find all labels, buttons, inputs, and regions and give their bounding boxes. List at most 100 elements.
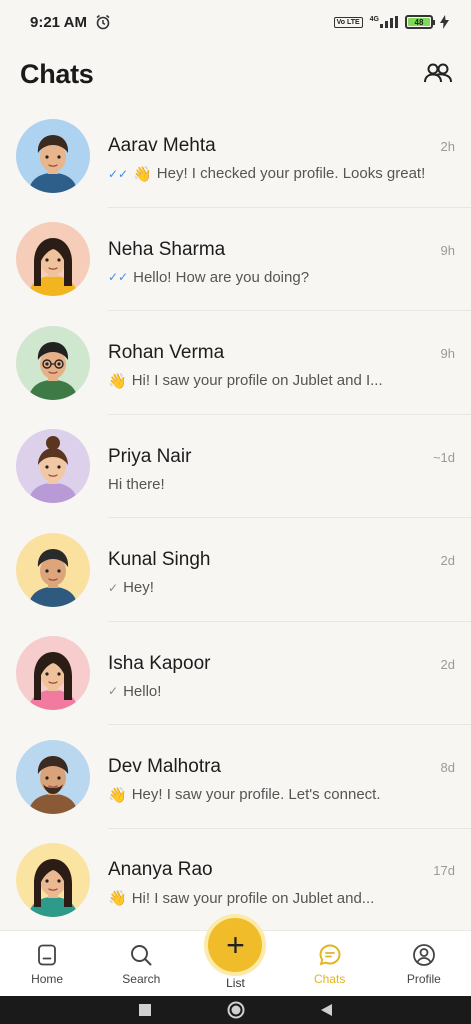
- chat-name: Neha Sharma: [108, 238, 226, 260]
- chat-message-text: Hey! I checked your profile. Looks great…: [156, 165, 426, 183]
- chat-body: Aarav Mehta 2h ✓✓ 👋 Hey! I checked your …: [108, 129, 455, 183]
- chat-time: 17d: [433, 863, 455, 879]
- chat-message: 👋 Hi! I saw your profile on Jublet and I…: [108, 372, 438, 390]
- wave-emoji: 👋: [108, 372, 127, 390]
- chat-time: 2d: [440, 656, 455, 672]
- chat-time: 8d: [440, 759, 455, 775]
- double-check-icon: ✓✓: [108, 270, 129, 285]
- page-title: Chats: [20, 58, 94, 89]
- chat-body: Ananya Rao 17d 👋 Hi! I saw your profile …: [108, 853, 455, 907]
- chat-message: ✓✓ Hello! How are you doing?: [108, 269, 438, 286]
- check-icon: ✓: [108, 684, 119, 699]
- check-icon: ✓: [108, 580, 119, 595]
- chat-message: ✓✓ 👋 Hey! I checked your profile. Looks …: [108, 165, 438, 183]
- chat-body: Isha Kapoor 2d ✓ Hello!: [108, 647, 455, 700]
- status-bar: 9:21 AM Vo LTE 4G 48: [0, 0, 471, 44]
- nav-profile-label: Profile: [406, 972, 441, 986]
- system-nav: [0, 996, 471, 1024]
- circle-icon[interactable]: [227, 1001, 245, 1019]
- chat-message: ✓ Hello!: [108, 683, 438, 700]
- chat-name: Kunal Singh: [108, 549, 211, 571]
- nav-home-label: Home: [31, 972, 64, 986]
- status-right: Vo LTE 4G 48: [333, 15, 449, 29]
- chat-name: Dev Malhotra: [108, 755, 221, 777]
- nav-profile[interactable]: Profile: [384, 942, 464, 986]
- avatar[interactable]: [16, 532, 90, 607]
- chat-top: Dev Malhotra 8d: [108, 750, 455, 778]
- chat-message-text: Hey! I saw your profile. Let's connect.: [131, 786, 381, 804]
- chat-row[interactable]: Dev Malhotra 8d 👋 Hey! I saw your profil…: [0, 725, 471, 829]
- header: Chats: [0, 52, 471, 96]
- chat-body: Kunal Singh 2d ✓ Hey!: [108, 543, 455, 596]
- chat-row[interactable]: Priya Nair ~1d Hi there!: [0, 415, 471, 519]
- people-icon[interactable]: [423, 59, 453, 89]
- battery-level: 48: [408, 18, 430, 27]
- signal-icon: 4G: [370, 16, 398, 28]
- chat-body: Neha Sharma 9h ✓✓ Hello! How are you doi…: [108, 233, 455, 286]
- nav-home[interactable]: Home: [7, 942, 87, 986]
- chat-body: Dev Malhotra 8d 👋 Hey! I saw your profil…: [108, 750, 455, 804]
- avatar[interactable]: [16, 739, 90, 814]
- nav-chats[interactable]: Chats: [290, 942, 370, 986]
- chat-top: Rohan Verma 9h: [108, 336, 455, 364]
- network-type: 4G: [369, 16, 379, 23]
- plus-icon[interactable]: +: [208, 918, 263, 972]
- chat-time: 2h: [440, 138, 455, 154]
- nav-list[interactable]: + List: [195, 918, 275, 990]
- avatar[interactable]: [16, 429, 90, 504]
- chat-body: Priya Nair ~1d Hi there!: [108, 440, 455, 493]
- status-time: 9:21 AM: [30, 13, 87, 31]
- wave-emoji: 👋: [133, 165, 152, 183]
- chat-name: Ananya Rao: [108, 859, 213, 881]
- alarm-icon: [96, 14, 110, 30]
- chat-top: Ananya Rao 17d: [108, 853, 455, 881]
- square-icon[interactable]: [138, 1003, 152, 1017]
- chat-name: Isha Kapoor: [108, 652, 211, 674]
- chat-name: Priya Nair: [108, 445, 192, 467]
- chat-message: ✓ Hey!: [108, 579, 438, 596]
- chat-name: Aarav Mehta: [108, 134, 216, 156]
- chat-top: Kunal Singh 2d: [108, 543, 455, 571]
- chat-message: 👋 Hey! I saw your profile. Let's connect…: [108, 786, 438, 804]
- chat-name: Rohan Verma: [108, 341, 225, 363]
- chat-message: Hi there!: [108, 476, 438, 493]
- chat-message: 👋 Hi! I saw your profile on Jublet and..…: [108, 889, 438, 908]
- chat-message-text: Hi! I saw your profile on Jublet and I..…: [131, 372, 383, 390]
- wave-emoji: 👋: [108, 890, 127, 908]
- volte-badge: Vo LTE: [333, 16, 363, 28]
- battery-icon: 48: [405, 15, 435, 29]
- chat-icon: [319, 944, 341, 966]
- chat-message-text: Hello! How are you doing?: [133, 268, 310, 286]
- chat-body: Rohan Verma 9h 👋 Hi! I saw your profile …: [108, 336, 455, 390]
- chat-time: 9h: [440, 345, 455, 361]
- avatar[interactable]: [16, 843, 90, 918]
- nav-chats-label: Chats: [313, 972, 346, 986]
- chat-message-text: Hi there!: [108, 475, 165, 493]
- wave-emoji: 👋: [108, 786, 127, 804]
- nav-list-label: List: [226, 976, 245, 990]
- avatar[interactable]: [16, 636, 90, 711]
- chat-row[interactable]: Aarav Mehta 2h ✓✓ 👋 Hey! I checked your …: [0, 104, 471, 208]
- chat-row[interactable]: Ananya Rao 17d 👋 Hi! I saw your profile …: [0, 829, 471, 933]
- back-triangle-icon[interactable]: [320, 1003, 334, 1017]
- chat-time: ~1d: [432, 449, 455, 465]
- chat-top: Neha Sharma 9h: [108, 233, 455, 261]
- chat-top: Aarav Mehta 2h: [108, 129, 455, 157]
- avatar[interactable]: [16, 118, 90, 193]
- double-check-icon: ✓✓: [108, 166, 129, 181]
- chat-top: Priya Nair ~1d: [108, 440, 455, 468]
- avatar[interactable]: [16, 222, 90, 297]
- profile-icon: [412, 944, 435, 966]
- chat-message-text: Hi! I saw your profile on Jublet and...: [131, 889, 375, 907]
- chat-message-text: Hello!: [123, 682, 162, 700]
- chat-top: Isha Kapoor 2d: [108, 647, 455, 675]
- nav-search[interactable]: Search: [101, 942, 181, 986]
- avatar[interactable]: [16, 325, 90, 400]
- chat-row[interactable]: Kunal Singh 2d ✓ Hey!: [0, 518, 471, 622]
- chat-row[interactable]: Rohan Verma 9h 👋 Hi! I saw your profile …: [0, 311, 471, 415]
- chat-list: Aarav Mehta 2h ✓✓ 👋 Hey! I checked your …: [0, 104, 471, 932]
- chat-row[interactable]: Isha Kapoor 2d ✓ Hello!: [0, 622, 471, 726]
- bolt-icon: [440, 15, 449, 29]
- chat-row[interactable]: Neha Sharma 9h ✓✓ Hello! How are you doi…: [0, 208, 471, 312]
- chat-message-text: Hey!: [123, 579, 154, 597]
